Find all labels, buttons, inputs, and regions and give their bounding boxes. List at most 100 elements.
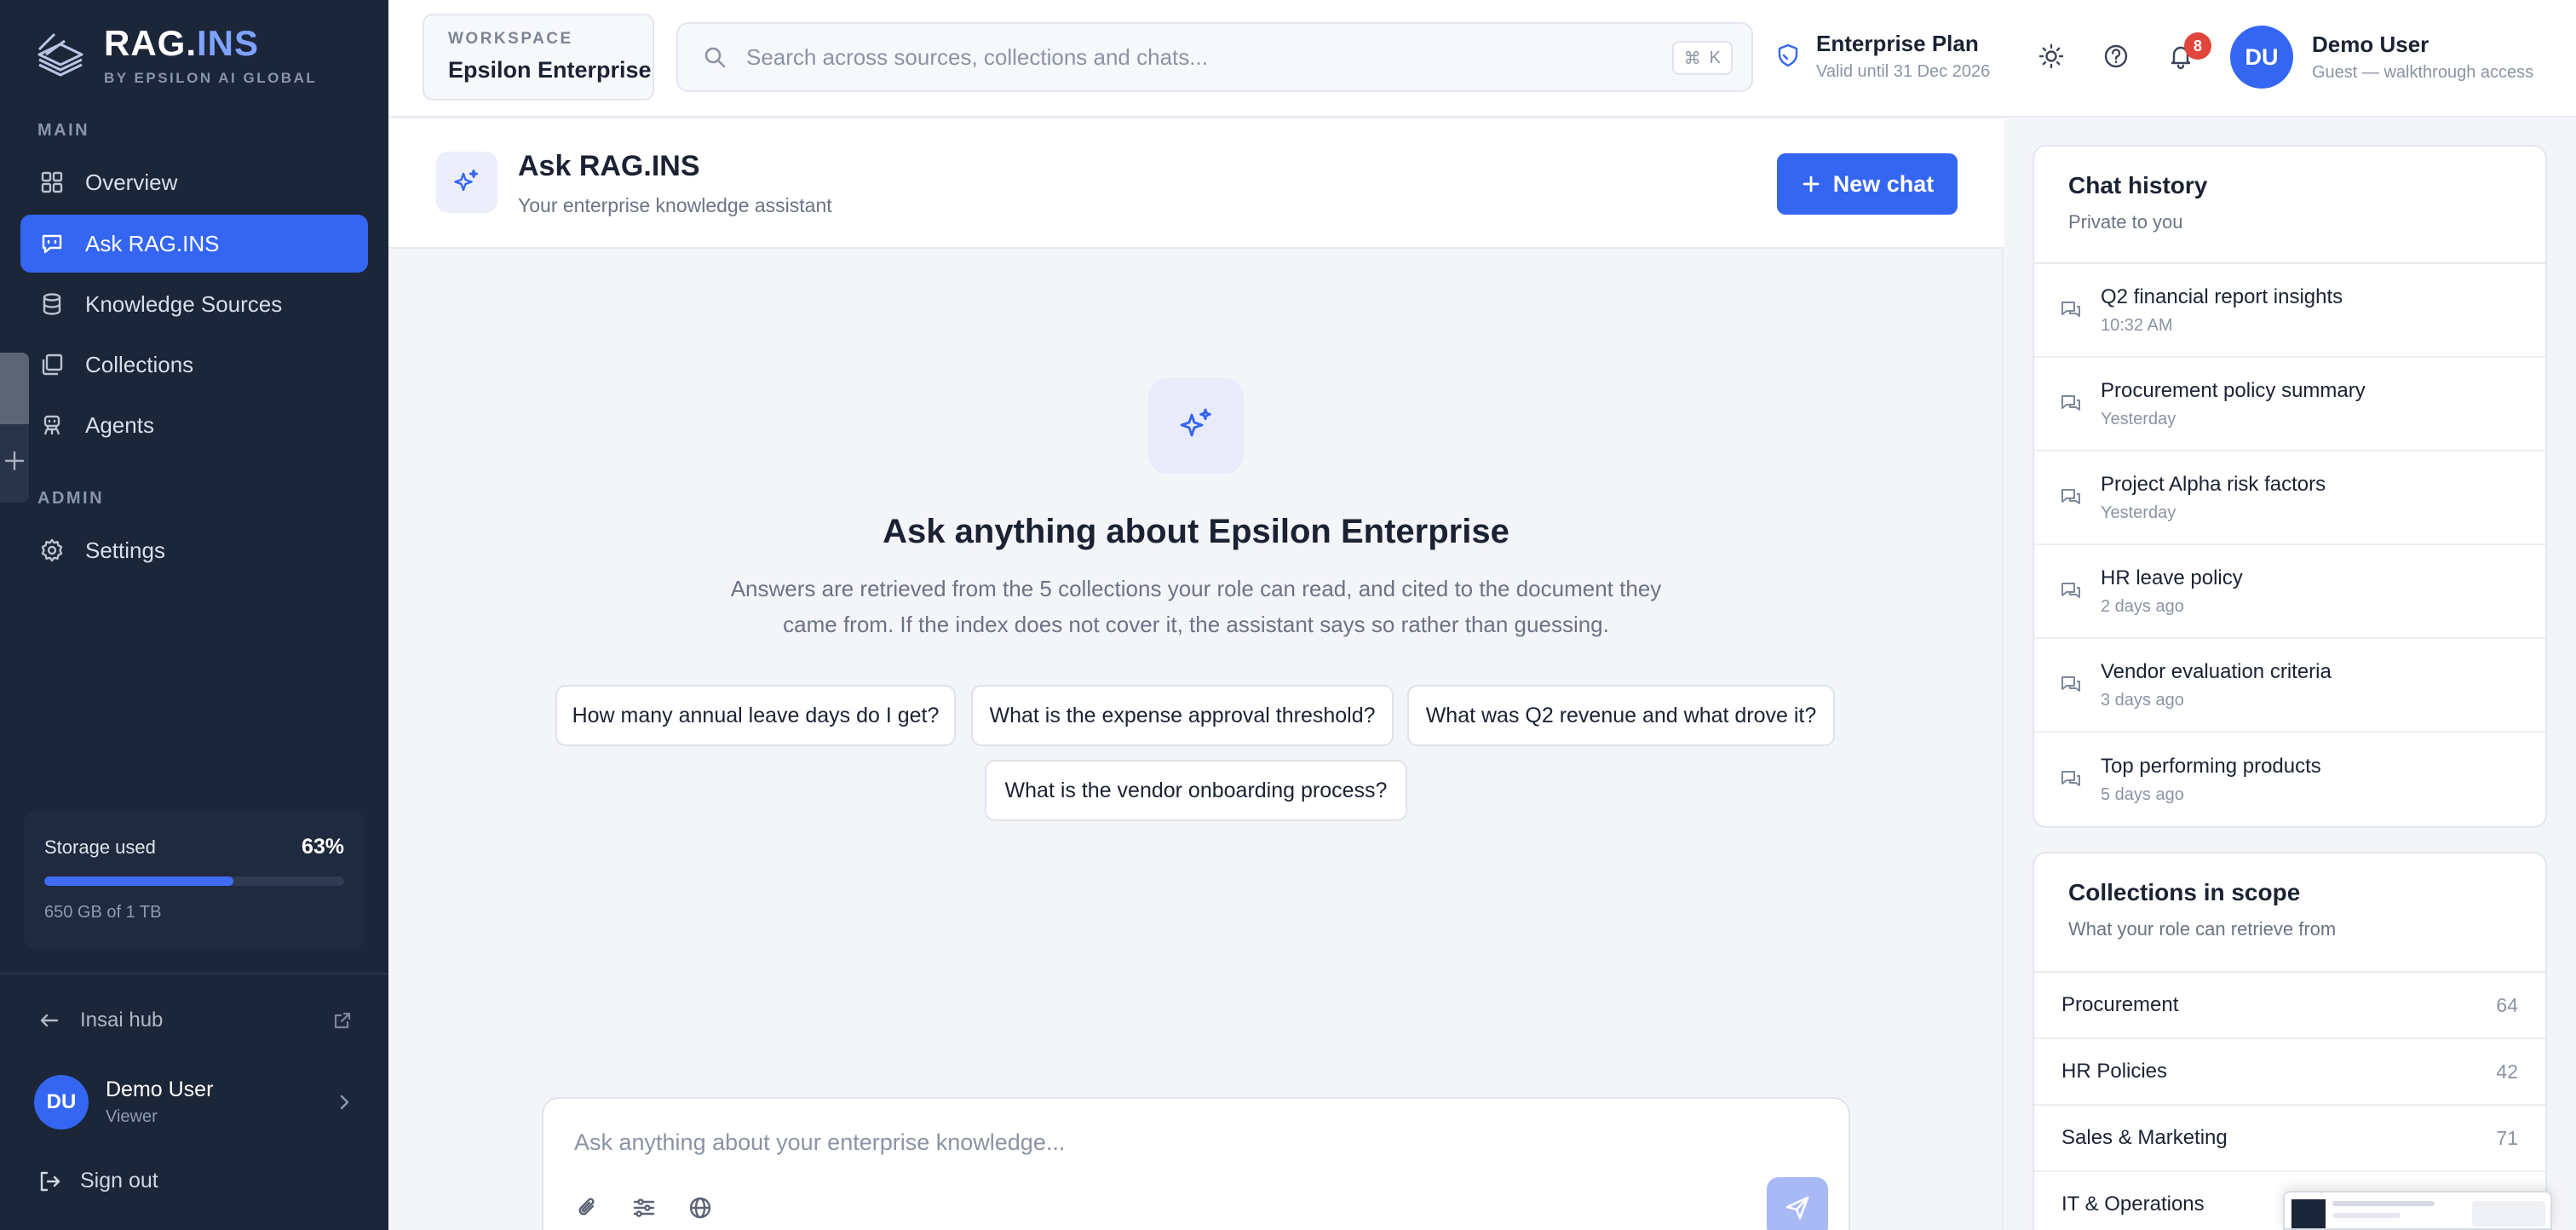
- chat-history-item-time: Yesterday: [2101, 409, 2176, 428]
- sun-icon: [2038, 43, 2064, 69]
- page-subtitle: Your enterprise knowledge assistant: [518, 194, 832, 216]
- sidebar-item-collections[interactable]: Collections: [20, 336, 368, 394]
- right-panel: Chat history Private to you Q2 financial…: [2005, 119, 2576, 1230]
- search-shortcut-hint: ⌘ K: [1671, 41, 1733, 75]
- sidebar-item-settings[interactable]: Settings: [20, 521, 368, 579]
- sidebar-item-knowledge-sources[interactable]: Knowledge Sources: [20, 275, 368, 333]
- chat-history-item[interactable]: Q2 financial report insights 10:32 AM: [2034, 264, 2545, 358]
- chat-composer[interactable]: Ask anything about your enterprise knowl…: [542, 1097, 1850, 1230]
- suggestion-chip[interactable]: What is the vendor onboarding process?: [985, 760, 1407, 821]
- chat-bubble-icon: [2061, 583, 2080, 598]
- collection-count: 71: [2496, 1126, 2518, 1149]
- section-label-admin: ADMIN: [37, 489, 105, 508]
- sidebar-item-agents[interactable]: Agents: [20, 396, 368, 454]
- new-chat-button[interactable]: New chat: [1777, 153, 1958, 215]
- global-search-input[interactable]: Search across sources, collections and c…: [676, 22, 1753, 92]
- page-title: Ask RAG.INS: [518, 150, 700, 182]
- notification-count-badge: 8: [2184, 32, 2211, 60]
- collections-icon: [42, 353, 63, 376]
- chat-bubble-icon: [2061, 771, 2080, 786]
- storage-label: Storage used: [44, 836, 156, 858]
- send-icon: [1785, 1196, 1809, 1220]
- sparkle-icon: [454, 169, 479, 192]
- chat-history-item[interactable]: Vendor evaluation criteria 3 days ago: [2034, 639, 2545, 733]
- sliders-icon[interactable]: [630, 1194, 658, 1221]
- search-icon: [704, 47, 726, 68]
- chevron-right-icon: [340, 1095, 349, 1110]
- storage-percent: 63%: [301, 835, 344, 859]
- sign-out-button[interactable]: Sign out: [37, 1169, 158, 1193]
- thumb-sidebar: [2291, 1199, 2326, 1228]
- avatar: DU: [2230, 26, 2293, 89]
- sign-out-label: Sign out: [80, 1169, 158, 1193]
- paperclip-icon[interactable]: [574, 1194, 601, 1221]
- suggestion-chip[interactable]: How many annual leave days do I get?: [555, 685, 956, 746]
- composer-tools: [574, 1194, 714, 1221]
- chat-panel: Ask RAG.INS Your enterprise knowledge as…: [388, 119, 2004, 1230]
- layers-logo-icon: [37, 32, 83, 77]
- new-chat-label: New chat: [1832, 170, 1935, 197]
- chat-history-item-time: 5 days ago: [2101, 785, 2184, 804]
- agent-icon: [43, 415, 60, 435]
- sidebar-user-card[interactable]: DU Demo User Viewer: [34, 1075, 354, 1129]
- chat-history-item[interactable]: Procurement policy summary Yesterday: [2034, 358, 2545, 451]
- plan-validity: Valid until 31 Dec 2026: [1816, 62, 1991, 81]
- sidebar-item-overview[interactable]: Overview: [20, 153, 368, 211]
- user-role: Viewer: [106, 1107, 158, 1126]
- globe-icon[interactable]: [687, 1194, 714, 1221]
- page-preview-thumbnail[interactable]: [2283, 1191, 2552, 1230]
- thumb-panel: [2472, 1201, 2545, 1227]
- shield-icon: [1778, 43, 1798, 67]
- chat-icon: [42, 234, 62, 254]
- external-link-icon: [334, 1012, 351, 1029]
- chat-history-item[interactable]: HR leave policy 2 days ago: [2034, 545, 2545, 639]
- suggestion-chip[interactable]: What is the expense approval threshold?: [971, 685, 1394, 746]
- suggestion-chip[interactable]: What was Q2 revenue and what drove it?: [1407, 685, 1835, 746]
- hero-sparkle-tile: [1148, 378, 1244, 474]
- collections-subtitle: What your role can retrieve from: [2068, 918, 2337, 940]
- composer-input[interactable]: Ask anything about your enterprise knowl…: [574, 1129, 1065, 1156]
- drag-knob[interactable]: [0, 353, 29, 424]
- chat-bubble-icon: [2061, 676, 2080, 692]
- sidebar-item-label: Collections: [85, 351, 194, 377]
- collection-name: IT & Operations: [2061, 1193, 2205, 1216]
- collection-item[interactable]: Procurement 64: [2034, 973, 2545, 1039]
- sparkle-icon: [1180, 408, 1211, 437]
- collection-name: Sales & Marketing: [2061, 1126, 2228, 1149]
- plus-icon[interactable]: [2, 448, 27, 474]
- plan-info[interactable]: Enterprise Plan Valid until 31 Dec 2026: [1775, 31, 1990, 82]
- chat-history-item-time: 10:32 AM: [2101, 315, 2173, 335]
- sidebar-drag-handle[interactable]: [0, 353, 29, 503]
- collection-name: Procurement: [2061, 993, 2179, 1016]
- chat-history-title: Chat history: [2068, 172, 2208, 198]
- search-placeholder: Search across sources, collections and c…: [746, 43, 1208, 70]
- insai-hub-link[interactable]: Insai hub: [37, 1009, 353, 1032]
- chat-history-item[interactable]: Project Alpha risk factors Yesterday: [2034, 451, 2545, 545]
- sidebar-item-label: Knowledge Sources: [85, 290, 283, 317]
- brand-name: RAG.INS: [104, 23, 260, 63]
- user-menu[interactable]: DU Demo User Guest — walkthrough access: [2230, 26, 2533, 89]
- chat-bubble-icon: [2061, 489, 2080, 504]
- help-button[interactable]: [2099, 39, 2133, 73]
- sidebar-item-ask[interactable]: Ask RAG.INS: [20, 215, 368, 273]
- chat-history-item[interactable]: Top performing products 5 days ago: [2034, 733, 2545, 826]
- send-button[interactable]: [1767, 1177, 1828, 1230]
- collection-item[interactable]: Sales & Marketing 71: [2034, 1106, 2545, 1172]
- collection-item[interactable]: HR Policies 42: [2034, 1039, 2545, 1106]
- section-label-main: MAIN: [37, 121, 90, 140]
- brand-logo[interactable]: RAG.INS BY EPSILON AI GLOBAL: [34, 23, 318, 87]
- chat-history-item-time: Yesterday: [2101, 503, 2176, 522]
- thumb-line: [2332, 1201, 2435, 1206]
- empty-state-title: Ask anything about Epsilon Enterprise: [883, 513, 1509, 550]
- chat-history-subtitle: Private to you: [2068, 211, 2183, 233]
- workspace-switcher[interactable]: WORKSPACE Epsilon Enterprise: [423, 14, 654, 101]
- plus-icon: [1803, 175, 1820, 193]
- sidebar-item-label: Ask RAG.INS: [85, 230, 220, 256]
- collections-card: Collections in scope What your role can …: [2033, 852, 2547, 1230]
- workspace-name: Epsilon Enterprise: [448, 57, 652, 83]
- shortcut-key: K: [1709, 48, 1721, 67]
- thumb-line: [2332, 1213, 2401, 1218]
- brand-subtitle: BY EPSILON AI GLOBAL: [104, 70, 318, 87]
- theme-toggle-button[interactable]: [2034, 39, 2068, 73]
- chat-history-item-title: Procurement policy summary: [2101, 378, 2366, 402]
